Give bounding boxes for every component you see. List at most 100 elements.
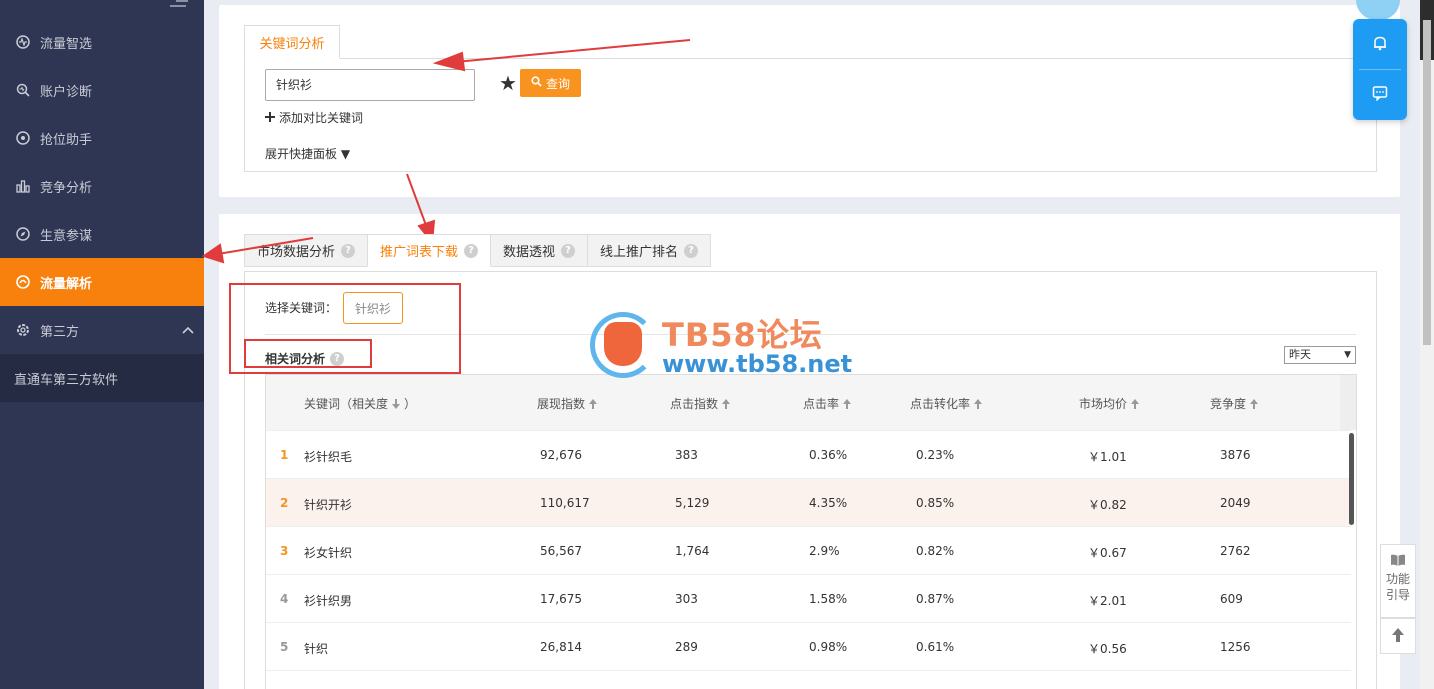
- sidebar-item-label: 竞争分析: [40, 180, 93, 196]
- row-competition: 2762: [1220, 544, 1251, 558]
- tab-keyword-download[interactable]: 推广词表下载 ?: [367, 234, 492, 267]
- star-icon[interactable]: ★: [499, 71, 517, 95]
- row-price: ￥0.56: [1088, 642, 1127, 656]
- tab-keyword-analysis[interactable]: 关键词分析: [244, 25, 340, 59]
- tab-market-data[interactable]: 市场数据分析 ?: [244, 234, 369, 267]
- sidebar-subitem-third-party-software[interactable]: 直通车第三方软件: [0, 354, 204, 402]
- row-impressions: 17,675: [540, 592, 582, 606]
- col-header-cvr[interactable]: 点击转化率: [910, 395, 983, 412]
- row-competition: 3876: [1220, 448, 1251, 462]
- bell-icon[interactable]: [1370, 33, 1390, 53]
- sidebar-item-label: 账户诊断: [40, 84, 93, 100]
- related-words-table: 关键词（相关度 ） 展现指数 点击指数 点击率 点击转化率 市场均价 竞争度 1…: [265, 374, 1357, 689]
- page-scrollbar[interactable]: [1420, 0, 1434, 689]
- flow-icon: [16, 275, 30, 289]
- tab-online-ranking[interactable]: 线上推广排名 ?: [587, 234, 712, 267]
- row-impressions: 26,814: [540, 640, 582, 654]
- expand-quick-panel-toggle[interactable]: 展开快捷面板 ▼: [265, 145, 350, 162]
- row-price: ￥2.01: [1088, 594, 1127, 608]
- row-impressions: 92,676: [540, 448, 582, 462]
- col-header-label: 市场均价: [1079, 397, 1128, 411]
- help-icon[interactable]: ?: [561, 243, 576, 258]
- table-row[interactable]: [266, 670, 1351, 689]
- row-competition: 609: [1220, 592, 1243, 606]
- table-row[interactable]: 4 衫针织男 17,675 303 1.58% 0.87% ￥2.01 609: [266, 574, 1351, 622]
- row-ctr: 0.98%: [809, 640, 848, 654]
- sidebar-item-account-diagnose[interactable]: 账户诊断: [0, 66, 204, 114]
- row-clicks: 1,764: [675, 544, 710, 558]
- scrollbar-thumb[interactable]: [1423, 20, 1431, 345]
- help-icon[interactable]: ?: [684, 243, 699, 258]
- row-impressions: 110,617: [540, 496, 590, 510]
- help-icon[interactable]: ?: [341, 243, 356, 258]
- sidebar-collapse-icon[interactable]: [170, 0, 188, 12]
- sidebar-item-third-party[interactable]: 第三方: [0, 306, 204, 354]
- add-compare-keyword-link[interactable]: 添加对比关键词: [265, 109, 363, 126]
- table-row[interactable]: 2 针织开衫 110,617 5,129 4.35% 0.85% ￥0.82 2…: [266, 478, 1351, 526]
- float-separator: [1359, 69, 1401, 70]
- sidebar-item-traffic-select[interactable]: 流量智选: [0, 18, 204, 66]
- col-header-clicks[interactable]: 点击指数: [670, 395, 731, 412]
- table-header: 关键词（相关度 ） 展现指数 点击指数 点击率 点击转化率 市场均价 竞争度: [266, 375, 1356, 430]
- row-rank: 3: [280, 544, 289, 558]
- col-header-label: ）: [404, 397, 417, 411]
- keyword-input[interactable]: 针织衫: [265, 69, 475, 101]
- sidebar: 流量智选 账户诊断 抢位助手 竞争分析 生意参谋 流量解析 第三方 直通车第三方…: [0, 0, 204, 689]
- row-clicks: 289: [675, 640, 698, 654]
- sidebar-item-position-assistant[interactable]: 抢位助手: [0, 114, 204, 162]
- row-rank: 4: [280, 592, 289, 606]
- expand-label: 展开快捷面板: [265, 147, 338, 161]
- tab-data-pivot[interactable]: 数据透视 ?: [490, 234, 589, 267]
- row-ctr: 0.36%: [809, 448, 848, 462]
- sort-down-icon: [392, 399, 401, 409]
- guide-label: 功能: [1385, 572, 1410, 586]
- col-header-label: 点击指数: [670, 397, 719, 411]
- row-keyword: 针织开衫: [304, 498, 353, 512]
- row-ctr: 2.9%: [809, 544, 840, 558]
- tab-label: 关键词分析: [259, 36, 325, 52]
- row-rank: 2: [280, 496, 289, 510]
- col-header-impressions[interactable]: 展现指数: [537, 395, 598, 412]
- arrow-up-icon: [1391, 627, 1405, 646]
- table-row[interactable]: 5 针织 26,814 289 0.98% 0.61% ￥0.56 1256: [266, 622, 1351, 670]
- compass-icon: [16, 227, 30, 241]
- row-keyword: 针织: [304, 642, 329, 656]
- table-scrollbar[interactable]: [1349, 433, 1354, 525]
- col-header-ctr[interactable]: 点击率: [803, 395, 852, 412]
- diagnose-icon: [16, 83, 30, 97]
- chat-icon[interactable]: [1370, 83, 1390, 103]
- sidebar-subitem-label: 直通车第三方软件: [14, 372, 119, 388]
- col-header-label: 展现指数: [537, 397, 586, 411]
- sidebar-item-label: 流量解析: [40, 276, 93, 292]
- sidebar-item-traffic-analysis[interactable]: 流量解析: [0, 258, 204, 306]
- date-select[interactable]: 昨天 ▼: [1284, 346, 1356, 364]
- row-clicks: 303: [675, 592, 698, 606]
- row-cvr: 0.85%: [916, 496, 955, 510]
- row-competition: 2049: [1220, 496, 1251, 510]
- col-header-competition[interactable]: 竞争度: [1210, 395, 1259, 412]
- col-header-price[interactable]: 市场均价: [1079, 395, 1140, 412]
- tab-label: 市场数据分析: [257, 245, 336, 260]
- watermark-url: www.tb58.net: [662, 350, 853, 378]
- sidebar-item-label: 抢位助手: [40, 132, 93, 148]
- feature-guide-button[interactable]: 功能 引导: [1380, 544, 1416, 618]
- row-cvr: 0.87%: [916, 592, 955, 606]
- row-price: ￥0.67: [1088, 546, 1127, 560]
- sidebar-item-competition[interactable]: 竞争分析: [0, 162, 204, 210]
- sidebar-item-business-advisor[interactable]: 生意参谋: [0, 210, 204, 258]
- help-icon[interactable]: ?: [464, 243, 479, 258]
- row-price: ￥1.01: [1088, 450, 1127, 464]
- tab-label: 推广词表下载: [380, 245, 459, 260]
- sort-up-icon: [722, 399, 731, 409]
- date-select-value: 昨天: [1289, 348, 1311, 361]
- annotation-box: [244, 339, 372, 368]
- col-header-keyword[interactable]: 关键词（相关度 ）: [304, 395, 416, 412]
- back-to-top-button[interactable]: [1380, 618, 1416, 654]
- sort-up-icon: [843, 399, 852, 409]
- query-button[interactable]: 查询: [520, 69, 581, 97]
- header-scroll-gutter: [1340, 375, 1356, 430]
- hand-icon: [604, 322, 642, 366]
- row-cvr: 0.23%: [916, 448, 955, 462]
- table-row[interactable]: 1 衫针织毛 92,676 383 0.36% 0.23% ￥1.01 3876: [266, 430, 1351, 478]
- table-row[interactable]: 3 衫女针织 56,567 1,764 2.9% 0.82% ￥0.67 276…: [266, 526, 1351, 574]
